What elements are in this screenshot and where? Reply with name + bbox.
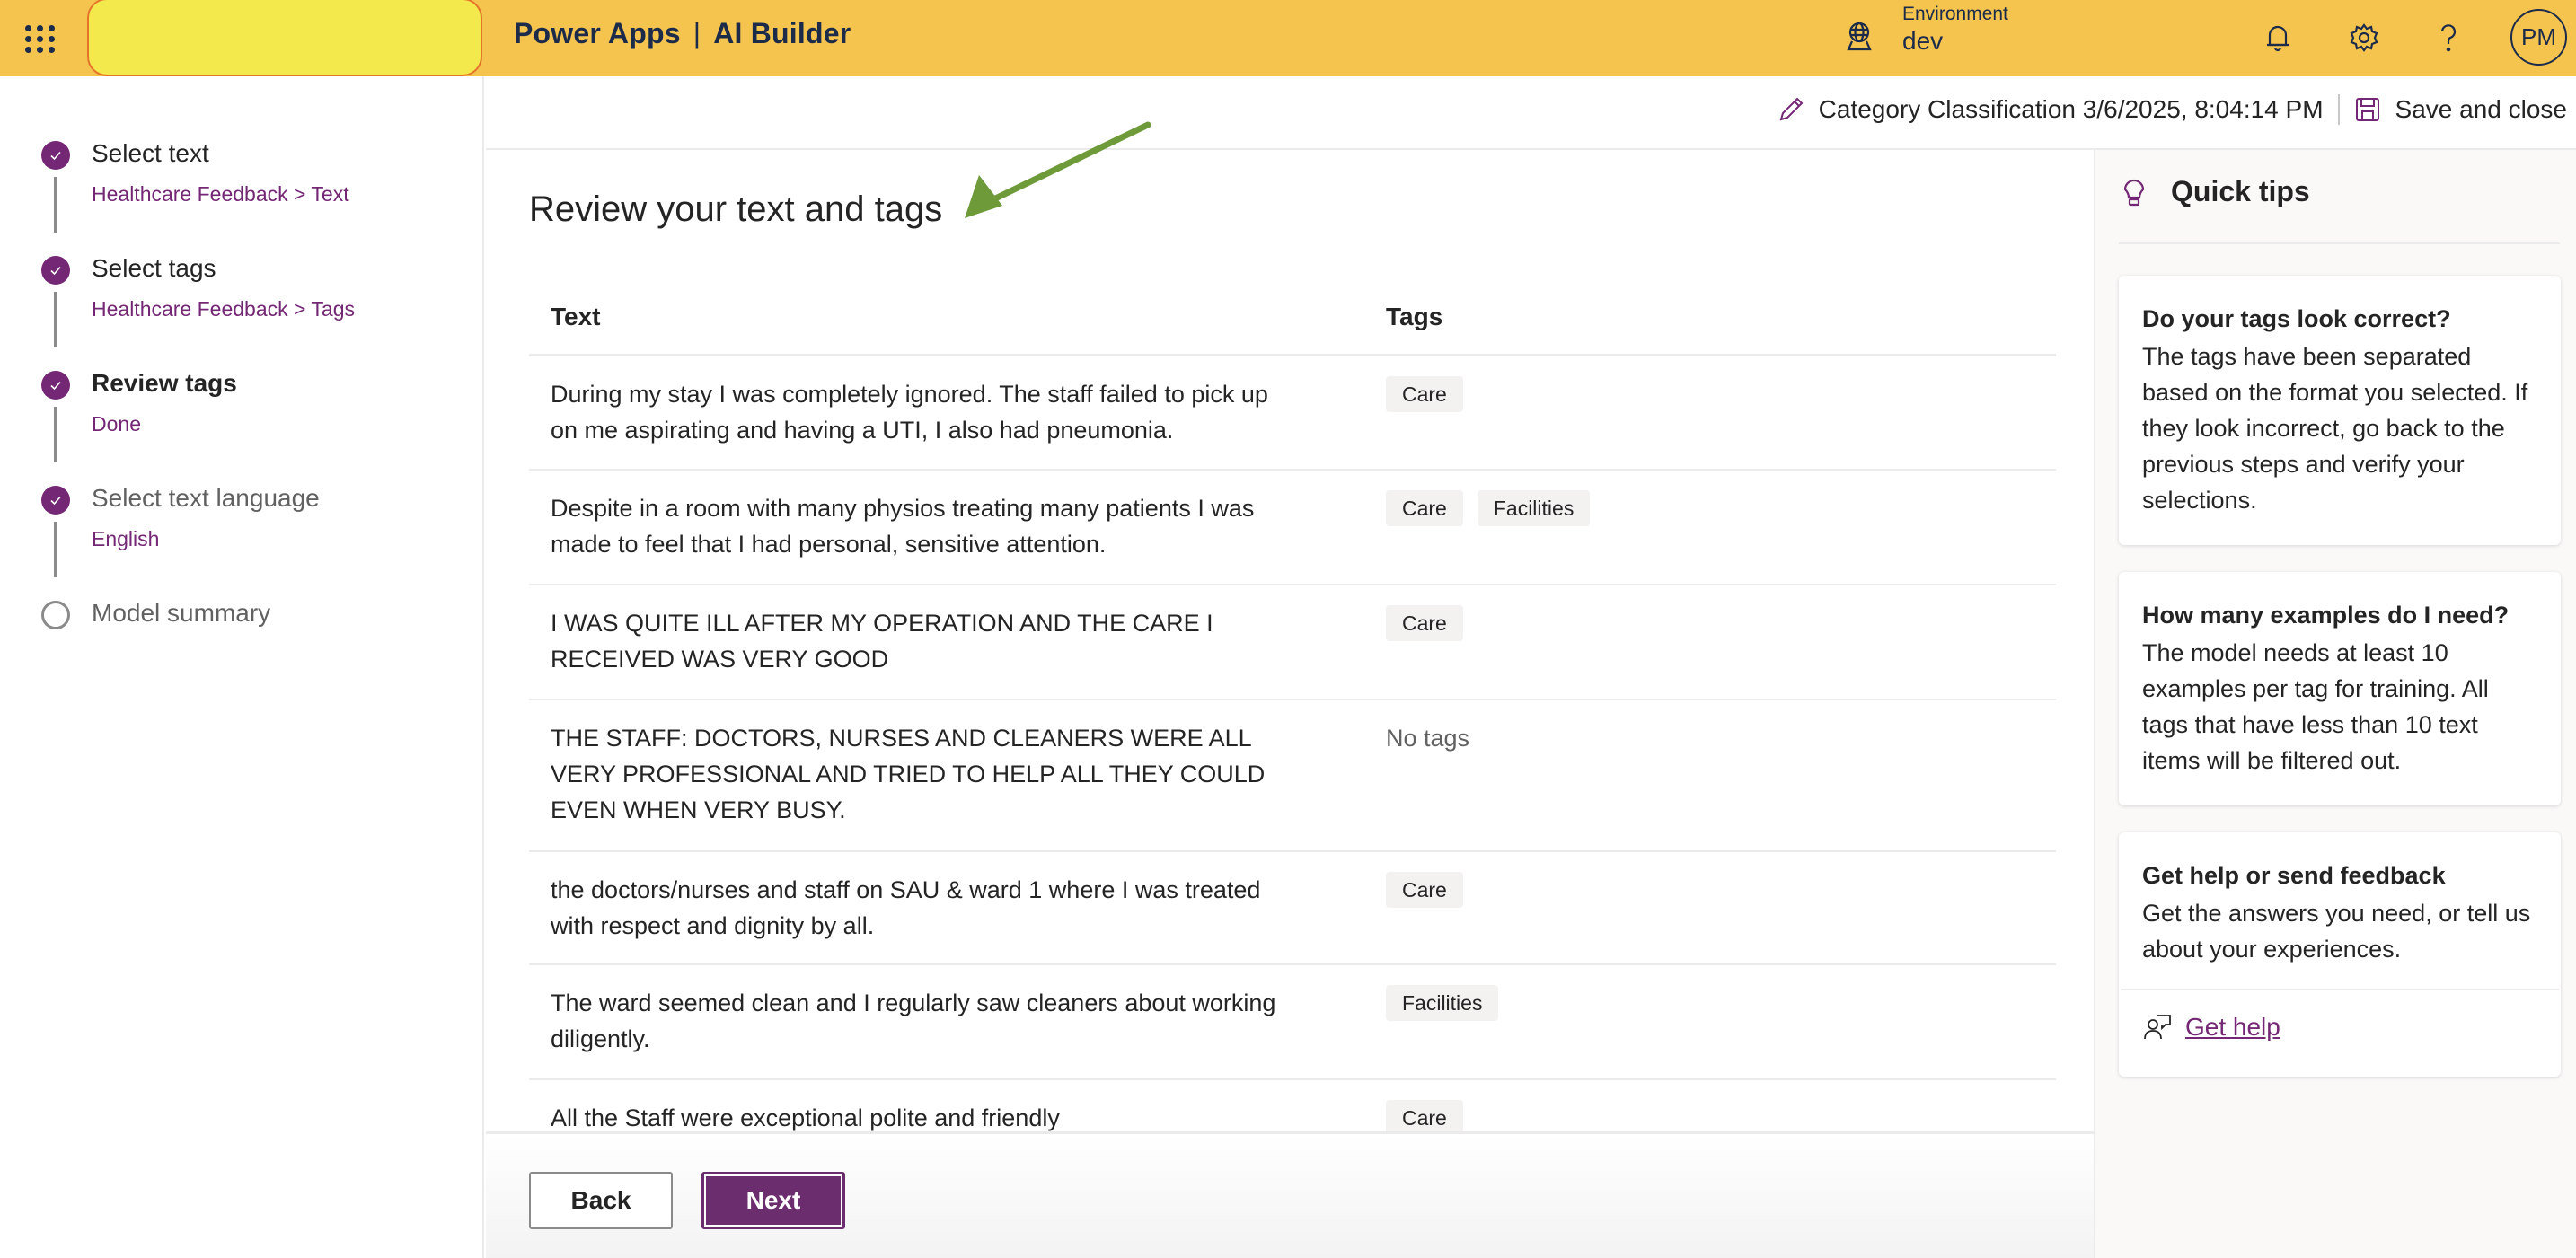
next-button[interactable]: Next [701, 1172, 845, 1229]
text-tags-table: Text Tags During my stay I was completel… [529, 283, 2056, 1133]
step-complete-icon [41, 141, 70, 170]
tag-chip: Facilities [1386, 985, 1499, 1021]
page-title: Review your text and tags [529, 189, 943, 229]
step-complete-icon [41, 256, 70, 285]
tips-divider [2119, 242, 2560, 244]
command-divider [2337, 94, 2340, 125]
row-text: I WAS QUITE ILL AFTER MY OPERATION AND T… [551, 610, 1213, 673]
tag-chip: Facilities [1477, 490, 1591, 526]
gear-icon [2350, 23, 2378, 52]
row-text: All the Staff were exceptional polite an… [551, 1104, 1060, 1131]
row-tags: Care [1386, 1100, 1463, 1133]
tip-card-body: The tags have been separated based on th… [2142, 343, 2528, 514]
row-tags: Care Facilities [1386, 490, 1591, 526]
table-row[interactable]: the doctors/nurses and staff on SAU & wa… [529, 852, 2056, 965]
step-pending-icon [41, 601, 70, 629]
tag-chip: Care [1386, 490, 1463, 526]
model-name[interactable]: Category Classification 3/6/2025, 8:04:1… [1819, 95, 2324, 124]
column-header-tags[interactable]: Tags [1386, 303, 1442, 331]
tip-card-title: Do your tags look correct? [2142, 305, 2451, 332]
row-tags: Care [1386, 872, 1463, 908]
help-icon [2440, 24, 2457, 52]
row-tags: Care [1386, 376, 1463, 412]
tip-card-title: How many examples do I need? [2142, 602, 2510, 629]
column-header-text[interactable]: Text [551, 303, 601, 331]
step-connector [54, 522, 57, 577]
step-select-text-subtitle: Healthcare Feedback > Text [92, 182, 349, 206]
step-select-text[interactable]: Select text [92, 139, 209, 168]
top-header: Power Apps | AI Builder Environment dev [0, 0, 2576, 76]
table-row[interactable]: Despite in a room with many physios trea… [529, 471, 2056, 585]
tag-chip: Care [1386, 376, 1463, 412]
environment-globe-icon [1847, 22, 1872, 51]
table-row[interactable]: THE STAFF: DOCTORS, NURSES AND CLEANERS … [529, 700, 2056, 852]
row-text: THE STAFF: DOCTORS, NURSES AND CLEANERS … [551, 725, 1266, 823]
row-text: The ward seemed clean and I regularly sa… [551, 990, 1276, 1052]
quick-tips-title: Quick tips [2171, 175, 2310, 207]
app-name[interactable]: Power Apps [514, 17, 681, 49]
step-select-tags-subtitle: Healthcare Feedback > Tags [92, 297, 356, 321]
review-panel: Review your text and tags Text Tags Duri… [486, 150, 2094, 1133]
environment-value: dev [1902, 27, 1944, 55]
app-title: Power Apps | AI Builder [514, 17, 851, 50]
tag-chip: Care [1386, 872, 1463, 908]
save-icon [2355, 98, 2379, 121]
tip-card: How many examples do I need? The model n… [2119, 572, 2561, 805]
feedback-person-icon [2144, 1015, 2171, 1040]
environment-picker[interactable]: Environment dev [1843, 4, 2008, 57]
row-text: During my stay I was completely ignored.… [551, 381, 1268, 444]
step-connector [54, 292, 57, 347]
row-tags: Facilities [1386, 985, 1499, 1021]
notifications-button[interactable] [2256, 16, 2299, 59]
table-row[interactable]: All the Staff were exceptional polite an… [529, 1080, 2056, 1133]
save-and-close-label: Save and close [2395, 95, 2567, 123]
annotation-highlight-box [87, 0, 482, 76]
environment-label: Environment [1902, 4, 2008, 24]
step-connector [54, 177, 57, 233]
wizard-stepper: Select text Healthcare Feedback > Text S… [0, 76, 484, 1258]
tag-chip: Care [1386, 1100, 1463, 1133]
table-row[interactable]: The ward seemed clean and I regularly sa… [529, 965, 2056, 1080]
step-connector [54, 407, 57, 462]
no-tags-label: No tags [1386, 725, 1470, 752]
command-bar: Category Classification 3/6/2025, 8:04:1… [486, 76, 2576, 150]
back-button[interactable]: Back [529, 1172, 673, 1229]
lightbulb-icon [2123, 179, 2145, 206]
bell-icon [2267, 25, 2289, 52]
tag-chip: Care [1386, 605, 1463, 641]
title-separator: | [693, 17, 701, 49]
step-select-tags[interactable]: Select tags [92, 254, 216, 283]
wizard-footer: Back Next [486, 1131, 2094, 1258]
help-card: Get help or send feedback Get the answer… [2119, 832, 2561, 1077]
step-select-text-language[interactable]: Select text language [92, 484, 320, 513]
row-tags: Care [1386, 605, 1463, 641]
row-text: the doctors/nurses and staff on SAU & wa… [551, 876, 1261, 939]
get-help-link[interactable]: Get help [2119, 990, 2561, 1062]
user-avatar[interactable]: PM [2510, 9, 2567, 66]
help-button[interactable] [2427, 16, 2470, 59]
step-model-summary[interactable]: Model summary [92, 599, 270, 628]
product-name[interactable]: AI Builder [713, 17, 851, 49]
step-review-tags[interactable]: Review tags [92, 369, 237, 398]
settings-button[interactable] [2342, 16, 2386, 59]
step-select-text-language-subtitle: English [92, 527, 160, 550]
get-help-label: Get help [2185, 1013, 2280, 1041]
row-tags: No tags [1386, 720, 1469, 756]
step-complete-icon [41, 486, 70, 515]
step-review-tags-subtitle: Done [92, 412, 141, 435]
table-row[interactable]: During my stay I was completely ignored.… [529, 356, 2056, 471]
table-header: Text Tags [529, 283, 2056, 356]
edit-pencil-icon[interactable] [1776, 94, 1806, 125]
tip-card-title: Get help or send feedback [2142, 862, 2446, 889]
tip-card-body: Get the answers you need, or tell us abo… [2142, 900, 2531, 963]
tip-card: Do your tags look correct? The tags have… [2119, 276, 2561, 545]
table-row[interactable]: I WAS QUITE ILL AFTER MY OPERATION AND T… [529, 585, 2056, 700]
waffle-icon[interactable] [20, 20, 56, 56]
row-text: Despite in a room with many physios trea… [551, 495, 1255, 558]
quick-tips-panel: Quick tips Do your tags look correct? Th… [2094, 150, 2576, 1258]
save-and-close-button[interactable]: Save and close [2354, 95, 2567, 124]
step-complete-icon [41, 371, 70, 400]
tip-card-body: The model needs at least 10 examples per… [2142, 639, 2489, 774]
